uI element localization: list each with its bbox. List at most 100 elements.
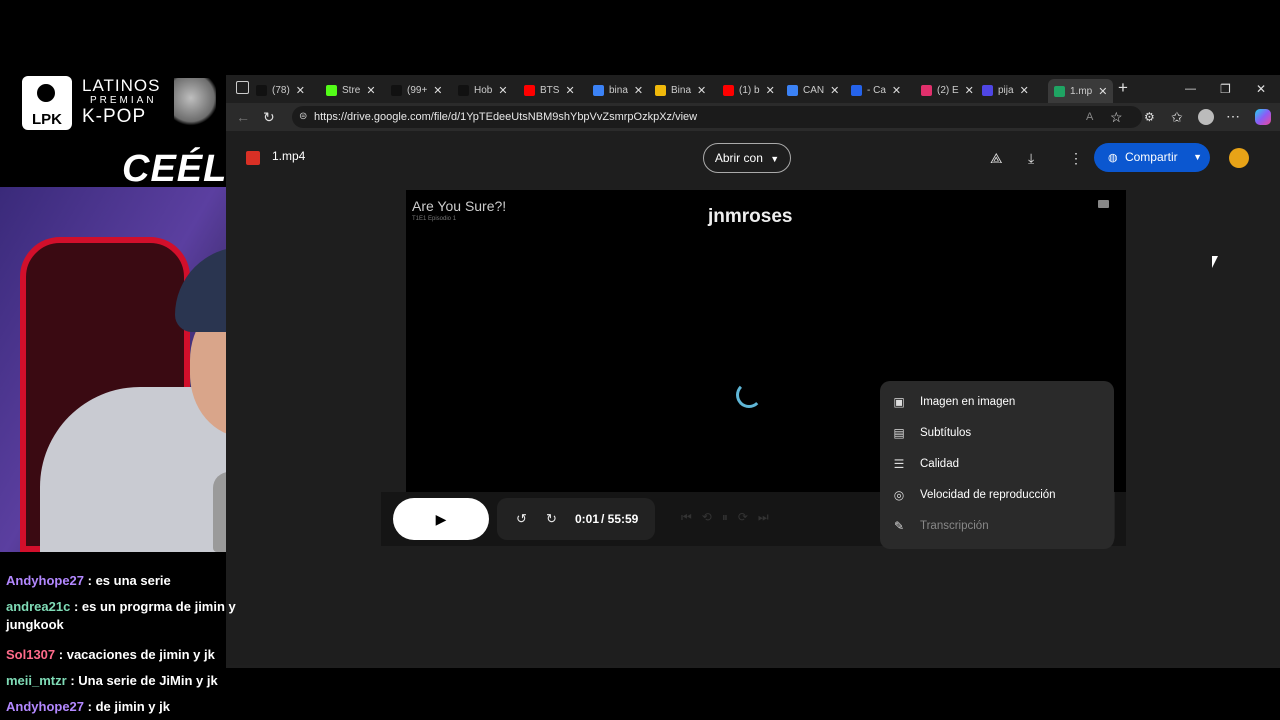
- stream-chat: Andyhope27 : es una serie andrea21c : es …: [0, 568, 270, 720]
- favorite-star-icon[interactable]: ☆: [1110, 108, 1123, 126]
- duration: / 55:59: [601, 512, 639, 526]
- tab-label: (1) b: [739, 84, 760, 96]
- transcript-icon: ✎: [893, 519, 905, 533]
- tab-12[interactable]: 1.mp ✕: [1048, 79, 1114, 103]
- tab-2[interactable]: (99+ ✕: [391, 79, 443, 101]
- chat-username[interactable]: meii_mtzr: [6, 673, 67, 688]
- tiktok-icon: [458, 84, 469, 96]
- rewind-10-icon[interactable]: ↺: [516, 510, 527, 528]
- tab-label: BTS: [540, 84, 560, 96]
- chat-username[interactable]: Andyhope27: [6, 699, 84, 714]
- tab-4[interactable]: BTS ✕: [524, 79, 575, 101]
- add-shortcut-icon[interactable]: ⟁: [990, 149, 1003, 167]
- settings-menu-item[interactable]: ▣ Imagen en imagen: [880, 387, 1114, 418]
- tab-0[interactable]: (78) ✕: [256, 79, 305, 101]
- tab-5[interactable]: bina ✕: [593, 79, 643, 101]
- tab-label: Hob: [474, 84, 493, 96]
- close-tab-icon[interactable]: ✕: [965, 84, 974, 97]
- close-tab-icon[interactable]: ✕: [565, 84, 574, 97]
- settings-menu-item[interactable]: ☰ Calidad: [880, 449, 1114, 480]
- share-button[interactable]: ◍ Compartir ▼: [1094, 143, 1210, 172]
- chat-message: Sol1307 : vacaciones de jimin y jk: [6, 646, 268, 664]
- more-menu-icon[interactable]: ⋯: [1226, 107, 1240, 125]
- close-tab-icon[interactable]: ✕: [697, 84, 706, 97]
- account-avatar[interactable]: [1229, 148, 1249, 168]
- tab-label: pija: [998, 84, 1014, 96]
- close-tab-icon[interactable]: ✕: [296, 84, 305, 97]
- restore-button[interactable]: ❐: [1220, 80, 1231, 98]
- close-tab-icon[interactable]: ✕: [830, 84, 839, 97]
- tab-actions-icon[interactable]: [236, 81, 249, 94]
- tiktok-icon: [391, 84, 402, 96]
- tab-8[interactable]: CAN ✕: [787, 79, 839, 101]
- close-tab-icon[interactable]: ✕: [433, 84, 442, 97]
- favorites-icon[interactable]: ✩: [1171, 108, 1183, 126]
- new-tab-button[interactable]: +: [1118, 79, 1128, 97]
- chat-message: meii_mtzr : Una serie de JiMin y jk: [6, 672, 268, 690]
- settings-menu-item[interactable]: ▤ Subtítulos: [880, 418, 1114, 449]
- more-actions-icon[interactable]: ⋮: [1069, 149, 1083, 167]
- chat-message: Andyhope27 : es una serie: [6, 572, 268, 590]
- close-tab-icon[interactable]: ✕: [1098, 85, 1107, 98]
- reload-icon[interactable]: ↻: [263, 108, 275, 126]
- settings-menu-label: Calidad: [920, 458, 959, 470]
- instagram-icon: [921, 84, 932, 96]
- close-tab-icon[interactable]: ✕: [498, 84, 507, 97]
- video-subtitle: T1E1 Episodio 1: [412, 216, 457, 222]
- tab-1[interactable]: Stre ✕: [326, 79, 376, 101]
- settings-menu-label: Transcripción: [920, 520, 989, 532]
- site-info-icon[interactable]: ⊜: [299, 106, 307, 128]
- tab-label: - Ca: [867, 84, 886, 96]
- close-window-button[interactable]: ✕: [1256, 80, 1266, 98]
- close-tab-icon[interactable]: ✕: [766, 84, 775, 97]
- chat-username[interactable]: Andyhope27: [6, 573, 84, 588]
- read-aloud-icon[interactable]: A: [1086, 108, 1093, 126]
- tab-label: CAN: [803, 84, 825, 96]
- tab-3[interactable]: Hob ✕: [458, 79, 508, 101]
- share-dropdown-icon[interactable]: ▼: [1193, 143, 1202, 172]
- browser-window: (78) ✕ Stre ✕ (99+ ✕ Hob ✕ BTS ✕ bina ✕ Bina ✕ (1) b ✕ C…: [226, 75, 1280, 668]
- video-title: Are You Sure?!: [412, 198, 507, 214]
- file-name: 1.mp4: [272, 149, 306, 163]
- tab-7[interactable]: (1) b ✕: [723, 79, 775, 101]
- chevron-down-icon: ▼: [770, 154, 780, 164]
- chat-username[interactable]: Sol1307: [6, 647, 55, 662]
- tab-label: bina: [609, 84, 628, 96]
- forward-10-icon[interactable]: ↻: [546, 510, 557, 528]
- play-button[interactable]: ▶: [393, 498, 489, 540]
- time-group: ↺ ↻ 0:01 / 55:59: [497, 498, 655, 540]
- tab-11[interactable]: pija ✕: [982, 79, 1029, 101]
- address-bar: ← ↻ ⊜ https://drive.google.com/file/d/1Y…: [226, 103, 1280, 131]
- close-tab-icon[interactable]: ✕: [892, 84, 901, 97]
- playback-speed-icon: ◎: [893, 488, 905, 502]
- tab-strip: (78) ✕ Stre ✕ (99+ ✕ Hob ✕ BTS ✕ bina ✕ Bina ✕ (1) b ✕ C…: [226, 75, 1280, 103]
- tab-label: Bina: [671, 84, 692, 96]
- open-with-button[interactable]: Abrir con ▼: [703, 143, 791, 173]
- download-icon[interactable]: ⤓: [1028, 149, 1034, 167]
- back-icon[interactable]: ←: [236, 108, 250, 126]
- video-file-icon: [246, 151, 260, 165]
- captions-icon: ▤: [893, 426, 905, 440]
- settings-menu-item[interactable]: ◎ Velocidad de reproducción: [880, 480, 1114, 511]
- tab-6[interactable]: Bina ✕: [655, 79, 706, 101]
- inner-video-controls: ⏮⟲⏸⟳⏭: [681, 510, 779, 524]
- close-tab-icon[interactable]: ✕: [634, 84, 643, 97]
- profile-avatar[interactable]: [1198, 109, 1214, 125]
- youtube-icon: [524, 84, 535, 96]
- copilot-icon[interactable]: [1255, 109, 1271, 125]
- tab-10[interactable]: (2) E ✕: [921, 79, 974, 101]
- share-label: Compartir: [1124, 150, 1178, 164]
- minimize-button[interactable]: —: [1185, 80, 1196, 98]
- url-field[interactable]: ⊜ https://drive.google.com/file/d/1YpTEd…: [292, 106, 1142, 128]
- extensions-icon[interactable]: ⚙: [1144, 108, 1155, 126]
- close-tab-icon[interactable]: ✕: [366, 84, 375, 97]
- chat-username[interactable]: andrea21c: [6, 599, 70, 614]
- tab-label: (78): [272, 84, 290, 96]
- close-tab-icon[interactable]: ✕: [1020, 84, 1029, 97]
- tab-label: (2) E: [937, 84, 959, 96]
- youtube-icon: [723, 84, 734, 96]
- settings-menu-label: Velocidad de reproducción: [920, 489, 1056, 501]
- logo-badge-text: LPK: [32, 111, 62, 128]
- tab-9[interactable]: - Ca ✕: [851, 79, 901, 101]
- caption-corner-icon: [1098, 200, 1109, 208]
